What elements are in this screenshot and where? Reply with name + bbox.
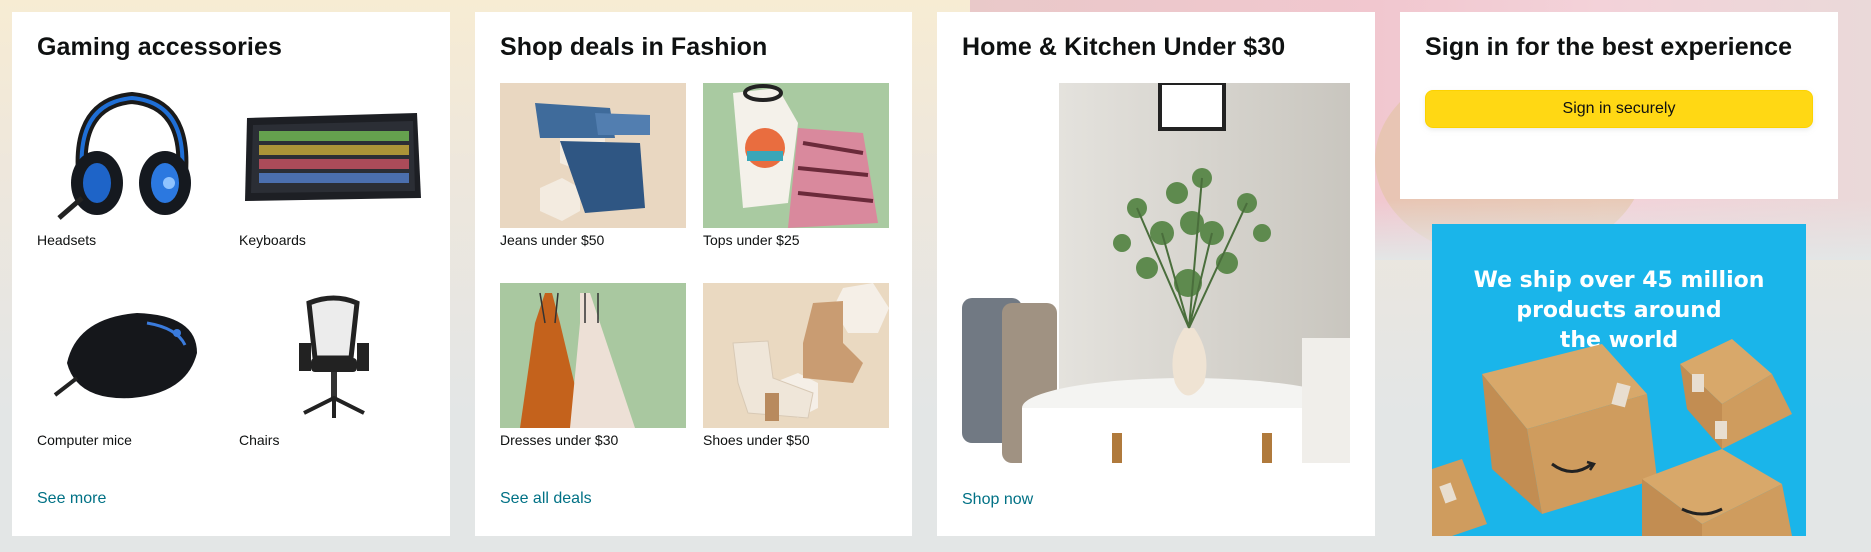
item-label[interactable]: Chairs — [239, 431, 425, 449]
mouse-icon[interactable] — [37, 283, 223, 428]
quad-item-dresses[interactable]: Dresses under $30 — [500, 283, 686, 449]
home-kitchen-card: Home & Kitchen Under $30 Shop now — [937, 12, 1375, 536]
quad-item-jeans[interactable]: Jeans under $50 — [500, 83, 686, 249]
item-label[interactable]: Keyboards — [239, 231, 425, 249]
headset-icon[interactable] — [37, 83, 223, 228]
boxes-icon — [1432, 339, 1792, 536]
shop-now-link[interactable]: Shop now — [962, 491, 1033, 509]
see-more-link[interactable]: See more — [37, 490, 106, 508]
jeans-image[interactable] — [500, 83, 686, 228]
item-label[interactable]: Tops under $25 — [703, 231, 889, 249]
quad-item-headsets[interactable]: Headsets — [37, 83, 223, 249]
card-title: Sign in for the best experience — [1425, 33, 1793, 61]
quad-item-keyboards[interactable]: Keyboards — [239, 83, 425, 249]
tops-image[interactable] — [703, 83, 889, 228]
shoes-image[interactable] — [703, 283, 889, 428]
fashion-deals-card: Shop deals in Fashion Jeans under $50 To… — [475, 12, 912, 536]
gaming-accessories-card: Gaming accessories Headsets Keyboards Co… — [12, 12, 450, 536]
card-title: Home & Kitchen Under $30 — [962, 33, 1286, 61]
item-label[interactable]: Shoes under $50 — [703, 431, 889, 449]
keyboard-icon[interactable] — [239, 83, 425, 228]
quad-item-chairs[interactable]: Chairs — [239, 283, 425, 449]
quad-item-tops[interactable]: Tops under $25 — [703, 83, 889, 249]
see-all-deals-link[interactable]: See all deals — [500, 490, 592, 508]
item-label[interactable]: Headsets — [37, 231, 223, 249]
shipping-promo-banner[interactable]: We ship over 45 million products around … — [1432, 224, 1806, 536]
quad-item-shoes[interactable]: Shoes under $50 — [703, 283, 889, 449]
card-title: Shop deals in Fashion — [500, 33, 768, 61]
item-label[interactable]: Computer mice — [37, 431, 223, 449]
item-label[interactable]: Dresses under $30 — [500, 431, 686, 449]
home-kitchen-image[interactable] — [962, 83, 1350, 463]
sign-in-button[interactable]: Sign in securely — [1425, 90, 1813, 128]
item-label[interactable]: Jeans under $50 — [500, 231, 686, 249]
card-title: Gaming accessories — [37, 33, 282, 61]
chair-icon[interactable] — [239, 283, 425, 428]
quad-item-computer-mice[interactable]: Computer mice — [37, 283, 223, 449]
signin-card: Sign in for the best experience Sign in … — [1400, 12, 1838, 199]
dresses-image[interactable] — [500, 283, 686, 428]
